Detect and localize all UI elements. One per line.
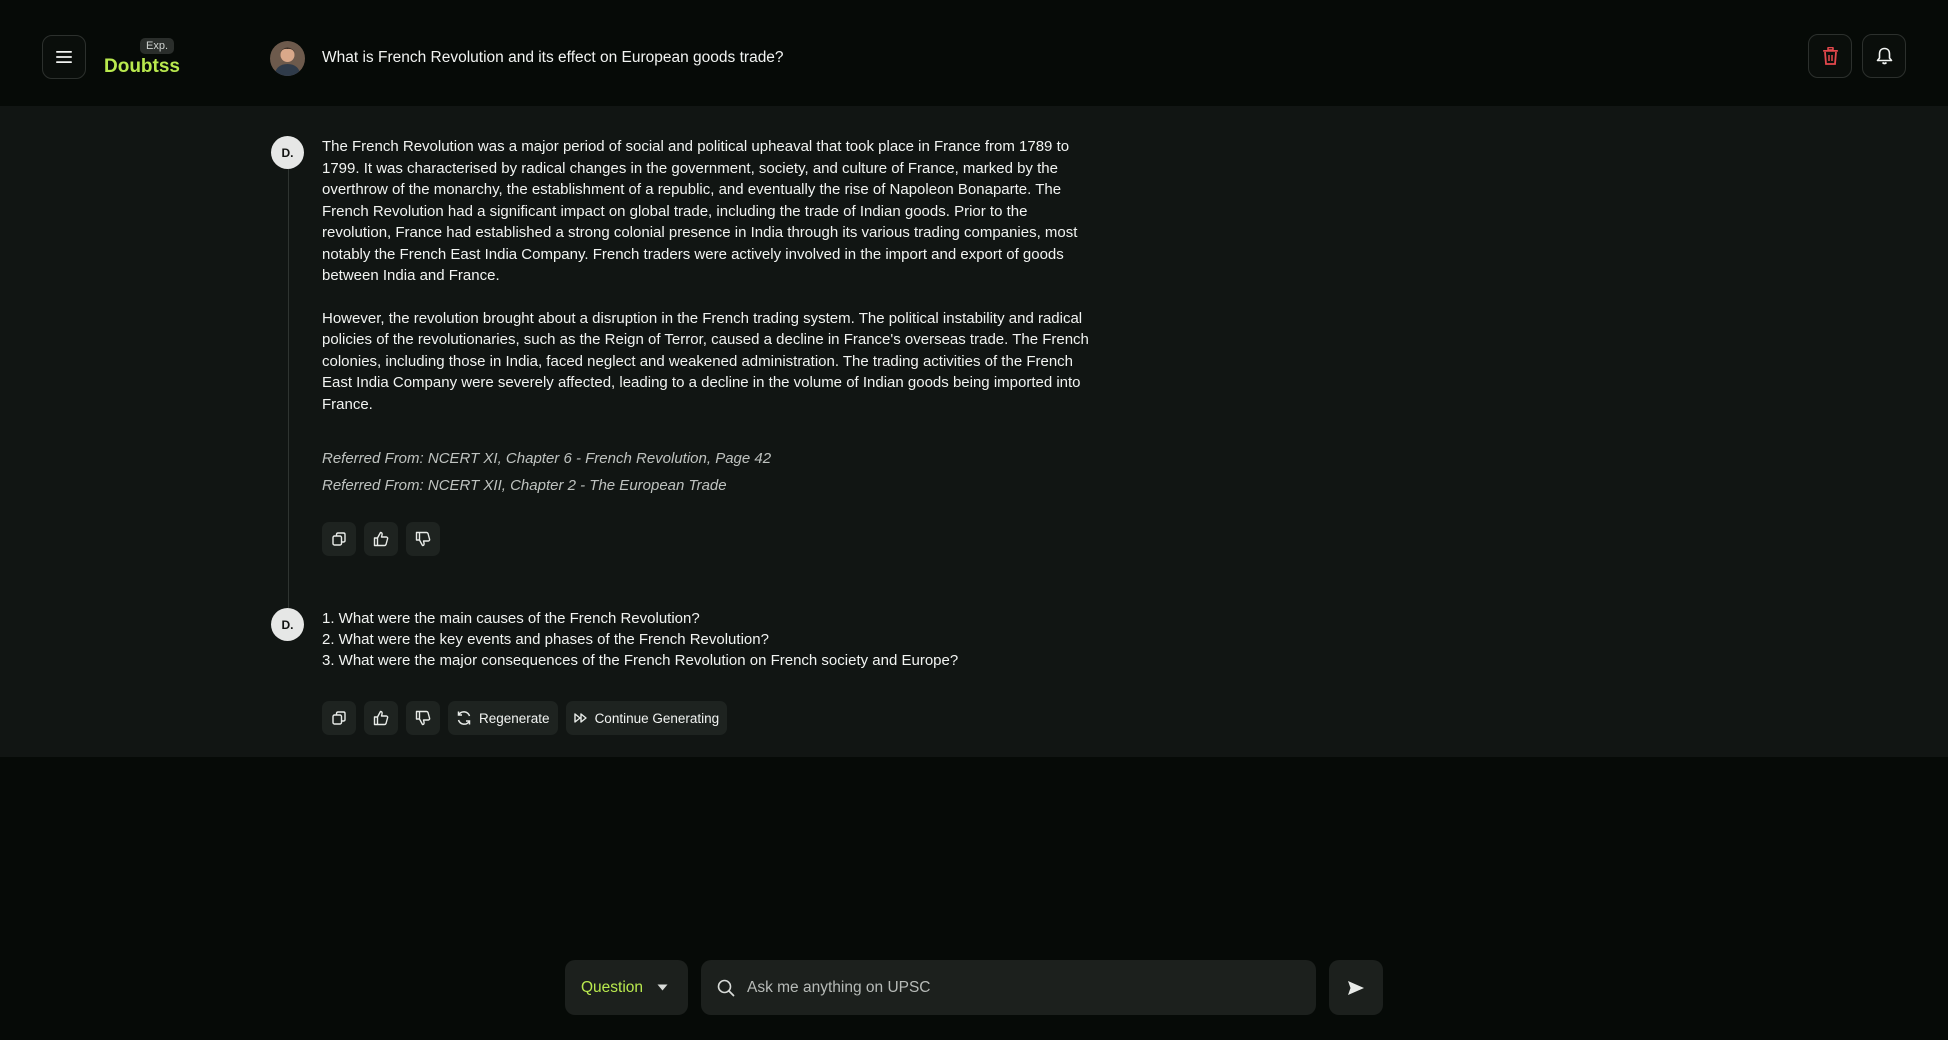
- thread-line: [288, 166, 289, 608]
- chevron-down-icon: [657, 984, 668, 991]
- answer-paragraph: However, the revolution brought about a …: [322, 309, 1089, 413]
- trash-icon: [1822, 47, 1838, 65]
- refresh-icon: [457, 711, 471, 725]
- copy-icon: [332, 532, 346, 546]
- reference-item: Referred From: NCERT XI, Chapter 6 - Fre…: [322, 450, 772, 467]
- brand-name: Doubtss: [104, 56, 180, 77]
- reference-item: Referred From: NCERT XII, Chapter 2 - Th…: [322, 477, 727, 494]
- followup-question[interactable]: 2. What were the key events and phases o…: [322, 629, 958, 650]
- bot-avatar: D.: [271, 136, 304, 169]
- followup-question[interactable]: 3. What were the major consequences of t…: [322, 650, 958, 671]
- search-box: [701, 960, 1316, 1015]
- thumbs-down-icon: [415, 531, 431, 547]
- bell-icon: [1876, 47, 1892, 65]
- regenerate-label: Regenerate: [479, 710, 550, 726]
- like-button[interactable]: [364, 701, 398, 735]
- question-title: What is French Revolution and its effect…: [322, 49, 784, 66]
- continue-generating-button[interactable]: Continue Generating: [565, 701, 728, 735]
- followup-question[interactable]: 1. What were the main causes of the Fren…: [322, 608, 958, 629]
- followup-list: 1. What were the main causes of the Fren…: [322, 608, 958, 671]
- dislike-button[interactable]: [406, 701, 440, 735]
- references: Referred From: NCERT XI, Chapter 6 - Fre…: [322, 445, 771, 499]
- notifications-button[interactable]: [1862, 34, 1906, 78]
- answer-actions: [322, 522, 440, 556]
- thumbs-down-icon: [415, 710, 431, 726]
- thumbs-up-icon: [373, 710, 389, 726]
- copy-icon: [332, 711, 346, 725]
- search-input[interactable]: [747, 978, 1287, 997]
- delete-button[interactable]: [1808, 34, 1852, 78]
- user-avatar: [270, 41, 305, 76]
- copy-button[interactable]: [322, 701, 356, 735]
- mode-label: Question: [581, 978, 644, 996]
- thumbs-up-icon: [373, 531, 389, 547]
- continue-generating-label: Continue Generating: [594, 710, 720, 726]
- bot-avatar: D.: [271, 608, 304, 641]
- brand-badge: Exp.: [140, 38, 175, 54]
- fast-forward-icon: [573, 713, 587, 723]
- send-button[interactable]: [1329, 960, 1383, 1015]
- answer-text: The French Revolution was a major period…: [322, 136, 1092, 415]
- search-icon: [717, 979, 735, 996]
- top-bar: Exp. Doubtss What is French Revolution a…: [0, 0, 1948, 106]
- like-button[interactable]: [364, 522, 398, 556]
- menu-button[interactable]: [42, 35, 86, 79]
- dislike-button[interactable]: [406, 522, 440, 556]
- followup-actions: Regenerate Continue Generating: [322, 701, 728, 735]
- regenerate-button[interactable]: Regenerate: [448, 701, 558, 735]
- hamburger-icon: [56, 51, 72, 63]
- copy-button[interactable]: [322, 522, 356, 556]
- answer-paragraph: The French Revolution was a major period…: [322, 138, 1078, 284]
- send-icon: [1348, 980, 1364, 995]
- mode-select[interactable]: Question: [565, 960, 688, 1015]
